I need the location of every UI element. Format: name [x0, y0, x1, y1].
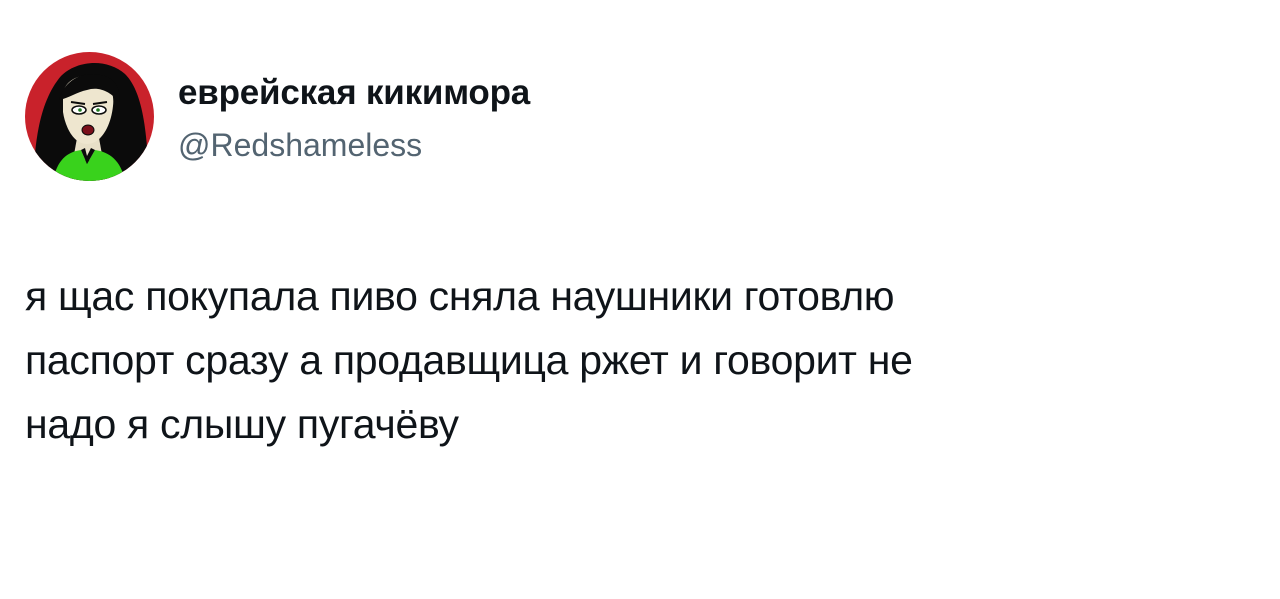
tweet-card: еврейская кикимора @Redshameless я щас п…	[0, 0, 1280, 599]
tweet-text-line: надо я слышу пугачёву	[25, 401, 459, 447]
cartoon-character-avatar-icon	[25, 52, 154, 181]
author-handle[interactable]: @Redshameless	[178, 125, 422, 165]
avatar[interactable]	[25, 52, 154, 181]
tweet-text-line: я щас покупала пиво сняла наушники готов…	[25, 273, 895, 319]
tweet-text: я щас покупала пиво сняла наушники готов…	[25, 264, 1225, 456]
tweet-text-line: паспорт сразу а продавщица ржет и говори…	[25, 337, 913, 383]
author-display-name[interactable]: еврейская кикимора	[178, 73, 530, 113]
